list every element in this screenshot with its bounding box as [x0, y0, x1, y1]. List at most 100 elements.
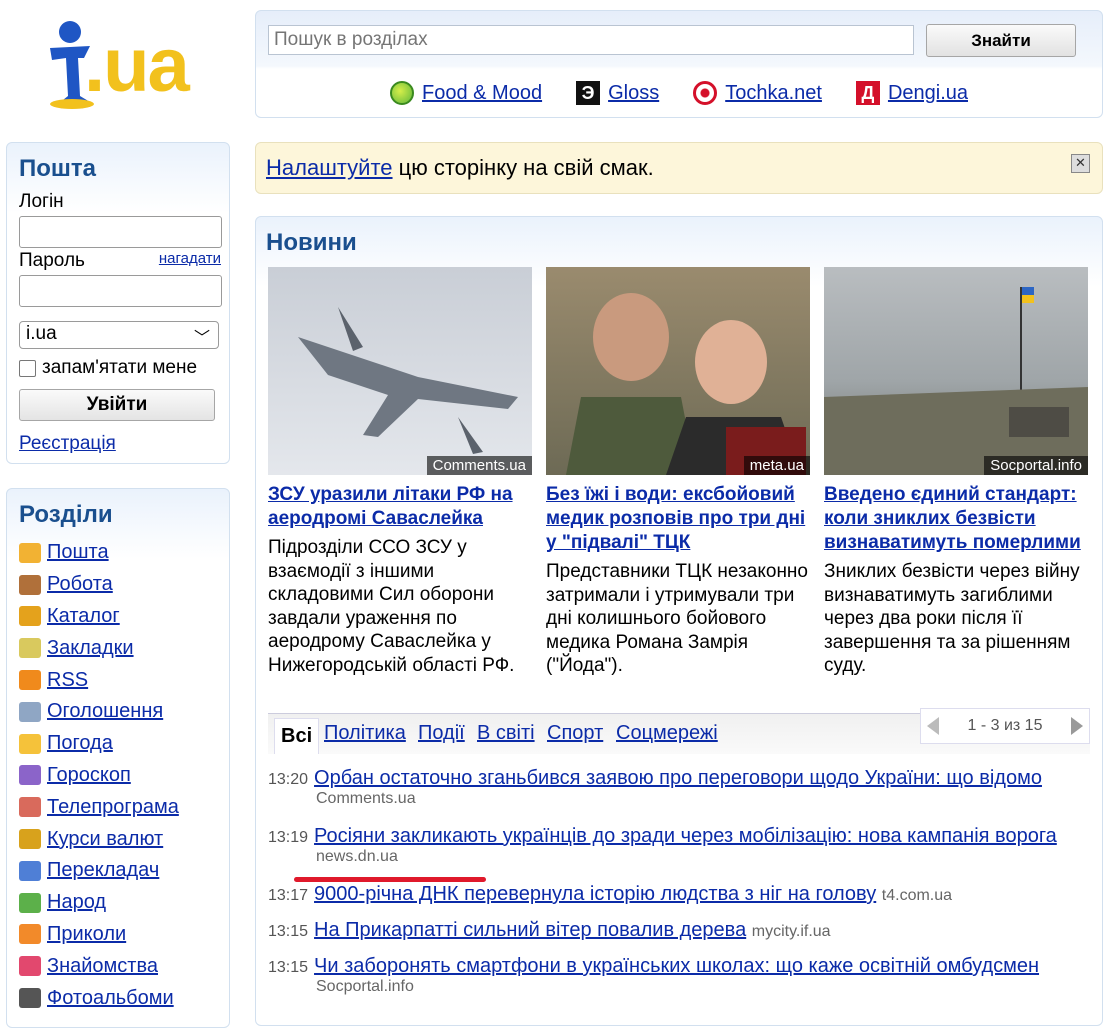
section-link[interactable]: Приколи	[47, 923, 126, 946]
section-item[interactable]: Курси валют	[19, 823, 229, 855]
section-item[interactable]: Приколи	[19, 919, 229, 951]
register-link[interactable]: Реєстрація	[19, 433, 116, 454]
briefcase-icon	[19, 574, 41, 595]
section-link[interactable]: Курси валют	[47, 828, 163, 851]
news-time: 13:19	[268, 829, 309, 846]
customize-link[interactable]: Налаштуйте	[266, 155, 393, 180]
red-underline-mark	[294, 877, 486, 882]
search-panel: Знайти Food & Mood Э Gloss Tochka.net Д …	[255, 10, 1103, 118]
news-card-title[interactable]: Без їжі і води: ексбойовий медик розпові…	[546, 484, 805, 553]
section-item[interactable]: RSS	[19, 664, 229, 696]
news-source: news.dn.ua	[316, 848, 398, 865]
section-link[interactable]: RSS	[47, 669, 88, 692]
mail-icon	[19, 542, 41, 563]
close-icon[interactable]: ✕	[1071, 154, 1090, 173]
tab-politics[interactable]: Політика	[324, 722, 406, 745]
section-item[interactable]: Гороскоп	[19, 760, 229, 792]
sections-panel: Розділи Пошта Робота Каталог Закладки RSS Ого…	[6, 488, 230, 1028]
partner-dengi[interactable]: Д Dengi.ua	[855, 81, 968, 105]
section-link[interactable]: Знайомства	[47, 955, 158, 978]
tab-events[interactable]: Події	[418, 722, 465, 745]
domain-select[interactable]: i.ua ﹀	[19, 321, 219, 349]
news-list-item: 13:19 Росіяни закликають українців до зра…	[268, 825, 1057, 866]
news-card[interactable]: meta.ua Без їжі і води: ексбойовий медик…	[546, 267, 810, 678]
section-item[interactable]: Телепрограма	[19, 791, 229, 823]
news-item-link[interactable]: На Прикарпатті сильний вітер повалив дер…	[314, 919, 746, 941]
news-item-link[interactable]: 9000-річна ДНК перевернула історію людст…	[314, 883, 876, 905]
news-card-desc: Представники ТЦК незаконно затримали і у…	[546, 561, 808, 676]
news-time: 13:15	[268, 959, 309, 976]
partner-link-food-mood[interactable]: Food & Mood	[422, 82, 542, 105]
news-list-item: 13:17 9000-річна ДНК перевернула історію …	[268, 883, 952, 906]
customize-text: цю сторінку на свій смак.	[392, 155, 654, 180]
news-item-link[interactable]: Чи заборонять смартфони в українських шк…	[314, 955, 1039, 977]
section-item[interactable]: Пошта	[19, 537, 229, 569]
site-logo[interactable]: .ua	[44, 18, 194, 114]
login-input[interactable]	[19, 216, 222, 248]
news-card[interactable]: Socportal.info Введено єдиний стандарт: …	[824, 267, 1088, 678]
image-source: meta.ua	[743, 456, 810, 475]
news-image-jet[interactable]: Comments.ua	[268, 267, 532, 475]
section-link[interactable]: Закладки	[47, 637, 134, 660]
section-link[interactable]: Гороскоп	[47, 764, 131, 787]
tab-sport[interactable]: Спорт	[547, 722, 603, 745]
pager-prev-icon[interactable]	[927, 717, 939, 735]
section-link[interactable]: Народ	[47, 891, 106, 914]
dengi-icon: Д	[855, 81, 880, 105]
section-link[interactable]: Робота	[47, 573, 113, 596]
tab-all[interactable]: Всі	[274, 718, 320, 754]
heart-icon	[19, 956, 41, 977]
currency-icon	[19, 829, 41, 850]
section-item[interactable]: Оголошення	[19, 696, 229, 728]
section-item[interactable]: Фотоальбоми	[19, 982, 229, 1014]
news-title: Новини	[266, 229, 357, 256]
section-link[interactable]: Пошта	[47, 541, 109, 564]
remind-password-link[interactable]: нагадати	[159, 250, 221, 267]
sections-title: Розділи	[19, 501, 113, 528]
news-source: t4.com.ua	[881, 887, 953, 904]
password-input[interactable]	[19, 275, 222, 307]
bookmark-icon	[19, 638, 41, 659]
section-item[interactable]: Знайомства	[19, 950, 229, 982]
section-link[interactable]: Фотоальбоми	[47, 987, 174, 1010]
news-image-landscape[interactable]: Socportal.info	[824, 267, 1088, 475]
section-item[interactable]: Робота	[19, 569, 229, 601]
partner-gloss[interactable]: Э Gloss	[576, 81, 659, 105]
rss-icon	[19, 670, 41, 691]
section-link[interactable]: Каталог	[47, 605, 120, 628]
partner-link-tochka[interactable]: Tochka.net	[725, 82, 822, 105]
jet-image-icon	[298, 307, 518, 454]
tab-world[interactable]: В світі	[477, 722, 535, 745]
section-item[interactable]: Каталог	[19, 601, 229, 633]
pager-next-icon[interactable]	[1070, 717, 1083, 735]
partner-food-mood[interactable]: Food & Mood	[390, 81, 542, 105]
news-time: 13:17	[268, 887, 309, 904]
section-item[interactable]: Перекладач	[19, 855, 229, 887]
news-card-title[interactable]: Введено єдиний стандарт: коли зниклих бе…	[824, 484, 1081, 553]
search-input[interactable]	[268, 25, 914, 55]
partner-links: Food & Mood Э Gloss Tochka.net Д Dengi.u…	[390, 81, 968, 105]
section-link[interactable]: Телепрограма	[47, 796, 179, 819]
partner-link-dengi[interactable]: Dengi.ua	[888, 82, 968, 105]
section-item[interactable]: Закладки	[19, 632, 229, 664]
news-time: 13:15	[268, 923, 309, 940]
section-link[interactable]: Оголошення	[47, 700, 163, 723]
news-item-link[interactable]: Орбан остаточно зганьбився заявою про пе…	[314, 767, 1042, 789]
news-list-item: 13:15 На Прикарпатті сильний вітер повали…	[268, 919, 831, 942]
search-button[interactable]: Знайти	[926, 24, 1076, 57]
partner-tochka[interactable]: Tochka.net	[693, 81, 822, 105]
news-card-title[interactable]: ЗСУ уразили літаки РФ на аеродромі Савас…	[268, 484, 513, 529]
section-link[interactable]: Перекладач	[47, 859, 159, 882]
news-item-link[interactable]: Росіяни закликають українців до зради че…	[314, 825, 1057, 847]
tab-social[interactable]: Соцмережі	[616, 722, 718, 745]
section-item[interactable]: Погода	[19, 728, 229, 760]
section-link[interactable]: Погода	[47, 732, 113, 755]
news-image-people[interactable]: meta.ua	[546, 267, 810, 475]
section-item[interactable]: Народ	[19, 887, 229, 919]
news-card[interactable]: Comments.ua ЗСУ уразили літаки РФ на аер…	[268, 267, 532, 677]
partner-link-gloss[interactable]: Gloss	[608, 82, 659, 105]
remember-checkbox[interactable]	[19, 359, 36, 377]
news-source: Comments.ua	[316, 790, 416, 807]
login-button[interactable]: Увійти	[19, 389, 215, 421]
people-icon	[19, 892, 41, 913]
